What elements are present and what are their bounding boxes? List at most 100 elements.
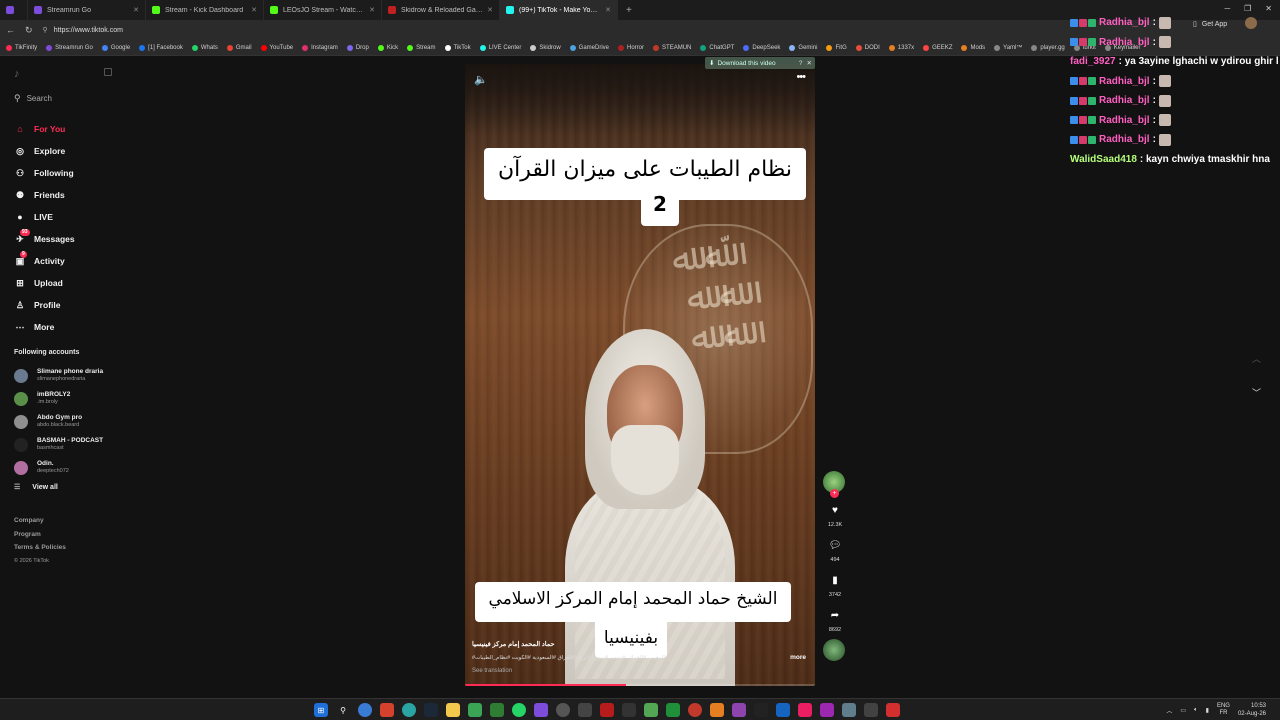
bookmark-item[interactable]: 1337x — [888, 44, 914, 51]
app-icon-3[interactable] — [534, 703, 548, 717]
following-account[interactable]: Abdo Gym pro abdo.black.beard — [14, 410, 103, 433]
brave-icon[interactable] — [380, 703, 394, 717]
save-button[interactable]: ▮ 3742 — [822, 575, 848, 598]
bookmark-item[interactable]: player.gg — [1031, 44, 1065, 51]
nav-item-live[interactable]: ● LIVE — [14, 206, 75, 228]
app-icon-18[interactable] — [864, 703, 878, 717]
follow-plus-icon[interactable]: + — [830, 489, 839, 498]
bookmark-item[interactable]: GameDrive — [569, 44, 609, 51]
browser-tab[interactable]: Streamrun Go ✕ — [28, 0, 146, 20]
app-icon-4[interactable] — [556, 703, 570, 717]
bookmark-item[interactable]: Streamrun Go — [46, 44, 93, 51]
bookmark-item[interactable]: Stream — [407, 44, 436, 51]
new-tab-button[interactable]: + — [618, 5, 640, 16]
bookmark-item[interactable]: Gemini — [789, 44, 817, 51]
bookmark-item[interactable]: Google — [101, 44, 130, 51]
tab-close-icon[interactable]: ✕ — [605, 6, 611, 14]
search-taskbar-icon[interactable]: ⚲ — [336, 703, 350, 717]
network-icon[interactable]: ▭ — [1180, 707, 1186, 714]
browser-tab[interactable]: Skidrow & Reloaded Games – Dow ✕ — [382, 0, 500, 20]
comment-button[interactable]: 💬︎ 494 — [822, 540, 848, 563]
bookmark-item[interactable]: TikTok — [444, 44, 471, 51]
minimize-icon[interactable]: ─ — [1224, 4, 1230, 13]
bookmark-item[interactable]: STEAMUN — [653, 44, 691, 51]
like-button[interactable]: ♥ 12.3K — [822, 505, 848, 528]
bookmark-item[interactable]: Kick — [377, 44, 398, 51]
previous-video-chevron-up-icon[interactable]: ︿ — [1252, 352, 1261, 365]
app-icon-2[interactable] — [490, 703, 504, 717]
nav-item-friends[interactable]: ⚉ Friends — [14, 184, 75, 206]
close-icon[interactable]: ✕ — [1265, 4, 1272, 13]
app-icon-13[interactable] — [754, 703, 768, 717]
following-account[interactable]: Slimane phone draria slimanephonedraria — [14, 364, 103, 387]
bookmark-item[interactable]: Mods — [961, 44, 985, 51]
more-options-icon[interactable]: ••• — [796, 71, 806, 83]
bookmark-item[interactable]: Whats — [191, 44, 218, 51]
search-input[interactable]: ⚲ Search — [14, 93, 52, 104]
app-icon-6[interactable] — [600, 703, 614, 717]
following-account[interactable]: BASMAH - PODCAST basmhcast — [14, 433, 103, 456]
nav-item-upload[interactable]: ⊞ Upload — [14, 272, 75, 294]
bookmark-item[interactable]: TikFinity — [6, 44, 37, 51]
view-all-link[interactable]: ☰ View all — [14, 483, 103, 492]
reload-icon[interactable]: ↻ — [25, 25, 33, 36]
language-indicator[interactable]: ENG FR — [1217, 703, 1230, 717]
tab-close-icon[interactable]: ✕ — [251, 6, 257, 14]
see-translation-link[interactable]: See translation — [472, 668, 512, 674]
browser-tab[interactable] — [0, 0, 28, 20]
browser-tab[interactable]: Stream - Kick Dashboard ✕ — [146, 0, 264, 20]
browser-tab[interactable]: (99+) TikTok - Make Your Day ✕ — [500, 0, 618, 20]
bookmark-item[interactable]: Yaml™ — [994, 44, 1022, 51]
nav-item-for-you[interactable]: ⌂ For You — [14, 118, 75, 140]
app-icon-7[interactable] — [622, 703, 636, 717]
app-icon-1[interactable] — [468, 703, 482, 717]
footer-link[interactable]: Terms & Policies — [14, 544, 66, 558]
chrome-icon[interactable] — [358, 703, 372, 717]
bookmark-item[interactable]: Horror — [618, 44, 644, 51]
following-account[interactable]: Odin. deeptech072 — [14, 456, 103, 479]
tray-chevron-up-icon[interactable]: ︿ — [1166, 706, 1172, 715]
start-icon[interactable]: ⊞ — [314, 703, 328, 717]
whatsapp-icon[interactable] — [512, 703, 526, 717]
video-creator-name[interactable]: حماد المحمد إمام مركز فينيسيا — [472, 640, 555, 648]
app-icon-9[interactable] — [666, 703, 680, 717]
folder-icon[interactable] — [446, 703, 460, 717]
nav-item-more[interactable]: ⋯ More — [14, 316, 75, 338]
bookmark-item[interactable]: LIVE Center — [479, 44, 521, 51]
tab-close-icon[interactable]: ✕ — [487, 6, 493, 14]
bookmark-item[interactable]: FitG — [826, 44, 847, 51]
app-icon-15[interactable] — [798, 703, 812, 717]
nav-item-activity[interactable]: ▣ 9 Activity — [14, 250, 75, 272]
nav-item-explore[interactable]: ◎ Explore — [14, 140, 75, 162]
speaker-icon[interactable]: 🔈︎ — [1194, 707, 1198, 714]
download-video-bar[interactable]: ⬇ Download this video ? ✕ — [705, 57, 815, 69]
app-icon-17[interactable] — [842, 703, 856, 717]
video-progress-bar[interactable] — [465, 684, 815, 686]
back-icon[interactable]: ← — [6, 25, 15, 35]
creator-avatar[interactable]: + — [823, 471, 845, 498]
footer-link[interactable]: Company — [14, 517, 66, 531]
bookmark-item[interactable]: DeepSeek — [743, 44, 780, 51]
music-disc-icon[interactable] — [823, 639, 845, 661]
clock[interactable]: 10:53 02-Aug-26 — [1238, 702, 1266, 718]
url-field[interactable]: https://www.tiktok.com — [54, 27, 123, 34]
next-video-chevron-down-icon[interactable]: ﹀ — [1252, 386, 1261, 399]
description-more-link[interactable]: more — [790, 654, 806, 661]
tab-close-icon[interactable]: ✕ — [369, 6, 375, 14]
bookmark-item[interactable]: YouTube — [260, 44, 293, 51]
tiktok-logo-icon[interactable]: ♪ — [14, 68, 26, 80]
restore-icon[interactable]: ❐ — [1244, 4, 1251, 13]
following-account[interactable]: imBROLY2 .im.broly — [14, 387, 103, 410]
app-icon-5[interactable] — [578, 703, 592, 717]
app-icon-10[interactable] — [688, 703, 702, 717]
app-icon-12[interactable] — [732, 703, 746, 717]
steam-icon[interactable] — [424, 703, 438, 717]
collapse-sidebar-icon[interactable] — [104, 68, 112, 76]
site-info-icon[interactable]: ⚲ — [43, 26, 48, 34]
bookmark-item[interactable]: ChatGPT — [700, 44, 734, 51]
bookmark-item[interactable]: Instagram — [302, 44, 338, 51]
app-icon-19[interactable] — [886, 703, 900, 717]
download-close-icon[interactable]: ✕ — [807, 59, 812, 67]
nav-item-profile[interactable]: ♙ Profile — [14, 294, 75, 316]
tab-close-icon[interactable]: ✕ — [133, 6, 139, 14]
